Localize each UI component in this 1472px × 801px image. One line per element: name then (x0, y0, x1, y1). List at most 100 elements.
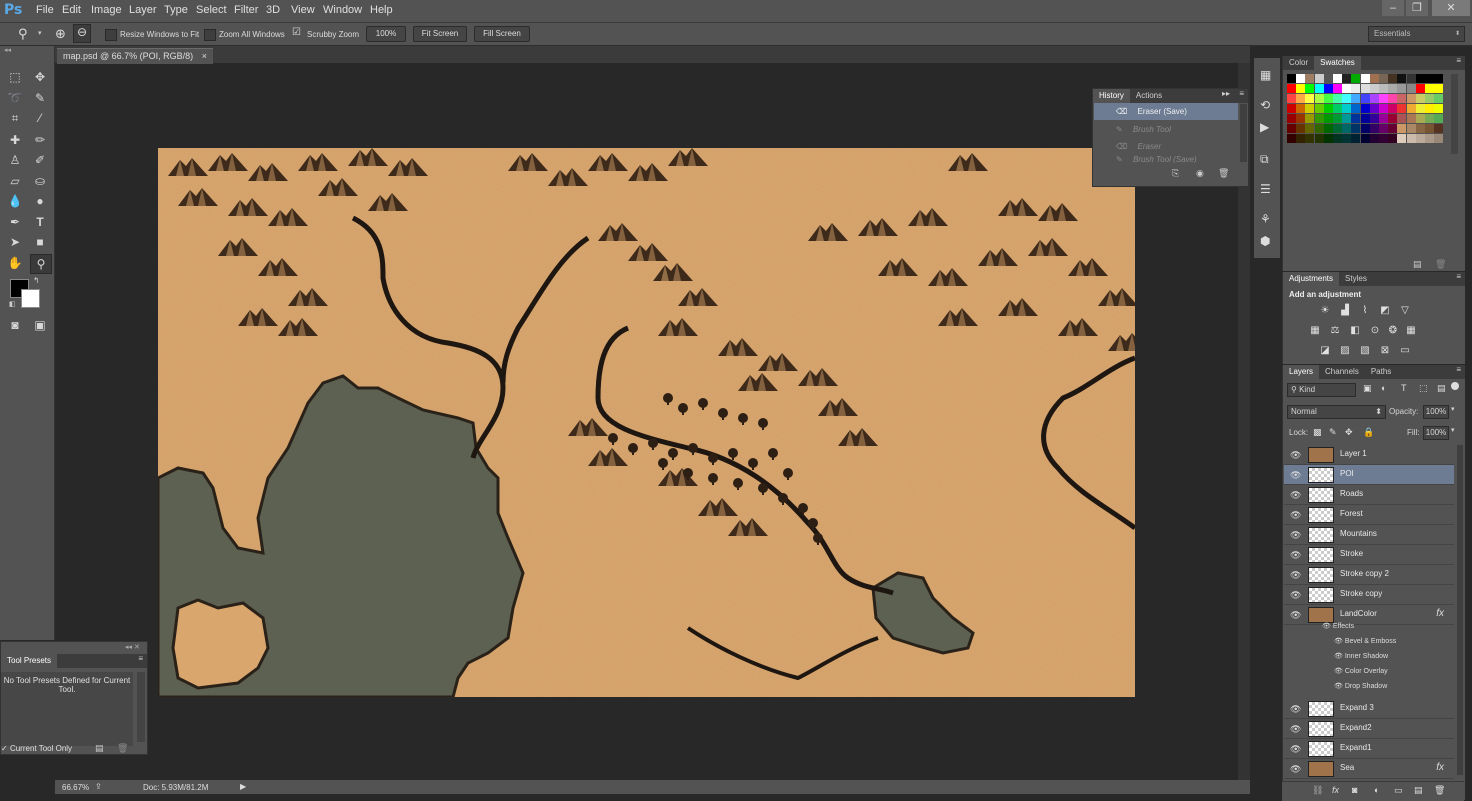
menu-layer[interactable]: Layer (129, 4, 157, 16)
visibility-eye-icon[interactable]: 👁 (1290, 744, 1301, 755)
color-swatch[interactable] (1360, 84, 1370, 93)
current-tool-only-checkbox[interactable]: ✓ Current Tool Only (1, 744, 72, 753)
add-layer-style-icon[interactable]: fx (1332, 785, 1339, 795)
clone-source-panel-icon[interactable]: ⧉ (1260, 152, 1269, 167)
delete-layer-icon[interactable]: 🗑 (1434, 785, 1445, 796)
fit-screen-button[interactable]: Fit Screen (413, 26, 467, 42)
color-swatch[interactable] (1425, 124, 1434, 133)
history-item[interactable]: ⌫ Eraser (Save) (1094, 103, 1238, 120)
curves-icon[interactable]: ⌇ (1359, 305, 1371, 316)
screen-mode-icon[interactable]: ▣ (30, 316, 50, 334)
hue-saturation-icon[interactable]: ▦ (1309, 325, 1321, 336)
snapshot-camera-icon[interactable]: ◉ (1196, 168, 1204, 179)
color-swatch[interactable] (1415, 94, 1425, 103)
history-item[interactable]: ✎ Brush Tool (1094, 121, 1238, 138)
color-swatch[interactable] (1388, 114, 1398, 123)
scrubby-zoom-checkbox[interactable]: ☑ (292, 27, 301, 38)
menu-filter[interactable]: Filter (234, 4, 258, 16)
styles-tab[interactable]: Styles (1339, 272, 1373, 286)
new-group-icon[interactable]: ▭ (1394, 785, 1403, 796)
delete-preset-icon[interactable]: 🗑 (117, 743, 128, 754)
invert-icon[interactable]: ◪ (1319, 345, 1331, 356)
color-swatch[interactable] (1434, 114, 1444, 123)
color-swatch[interactable] (1323, 124, 1333, 133)
color-swatch[interactable] (1415, 134, 1425, 143)
default-colors-icon[interactable]: ◧ (9, 300, 16, 308)
color-swatch[interactable] (1406, 84, 1416, 93)
color-swatch[interactable] (1333, 134, 1342, 143)
color-swatch[interactable] (1323, 134, 1333, 143)
color-swatch[interactable] (1425, 84, 1434, 93)
filter-smart-object-icon[interactable]: ▤ (1437, 383, 1446, 394)
visibility-eye-icon[interactable]: 👁 (1290, 510, 1301, 521)
color-swatch[interactable] (1333, 74, 1342, 83)
color-swatch[interactable] (1388, 124, 1398, 133)
color-swatch[interactable] (1351, 124, 1361, 133)
actions-tab[interactable]: Actions (1130, 89, 1168, 103)
color-swatch[interactable] (1323, 104, 1333, 113)
color-swatch[interactable] (1351, 84, 1361, 93)
color-swatch[interactable] (1388, 134, 1398, 143)
add-mask-icon[interactable]: ◙ (1352, 785, 1357, 795)
delete-swatch-icon[interactable]: 🗑 (1435, 259, 1446, 270)
color-swatch[interactable] (1425, 94, 1434, 103)
color-swatch[interactable] (1314, 114, 1324, 123)
blend-mode-dropdown[interactable]: Normal ⬍ (1287, 405, 1386, 419)
layer-name[interactable]: Expand 3 (1340, 703, 1374, 712)
crop-tool-icon[interactable]: ⌗ (5, 109, 25, 127)
visibility-eye-icon[interactable]: 👁 (1290, 764, 1301, 775)
effect-item[interactable]: 👁 Bevel & Emboss (1334, 637, 1396, 645)
layer-name[interactable]: Stroke copy 2 (1340, 569, 1389, 578)
layers-scrollbar[interactable] (1457, 445, 1463, 775)
color-swatch[interactable] (1323, 84, 1333, 93)
layer-effects-icon[interactable]: fx (1436, 608, 1444, 619)
swap-colors-icon[interactable]: ↰ (33, 276, 40, 285)
color-swatch[interactable] (1406, 134, 1416, 143)
color-swatch[interactable] (1333, 124, 1342, 133)
layer-name[interactable]: Mountains (1340, 529, 1377, 538)
color-swatch[interactable] (1425, 114, 1434, 123)
layer-name[interactable]: Stroke copy (1340, 589, 1382, 598)
collapse-panel-icon[interactable]: ◂◂ ✕ (125, 643, 140, 651)
menu-3d[interactable]: 3D (266, 4, 280, 16)
vibrance-icon[interactable]: ▽ (1399, 305, 1411, 316)
effect-item[interactable]: 👁 Inner Shadow (1334, 652, 1388, 660)
color-swatch[interactable] (1342, 104, 1352, 113)
color-swatch[interactable] (1397, 104, 1407, 113)
tool-presets-panel-icon[interactable]: ▦ (1260, 68, 1271, 82)
layer-row[interactable]: 👁 Stroke copy (1284, 585, 1454, 605)
menu-file[interactable]: File (36, 4, 54, 16)
delete-state-icon[interactable]: 🗑 (1218, 168, 1229, 179)
color-swatch[interactable] (1351, 114, 1361, 123)
color-swatch[interactable] (1369, 94, 1379, 103)
gradient-map-icon[interactable]: ▭ (1399, 345, 1411, 356)
color-swatch[interactable] (1296, 114, 1306, 123)
color-swatch[interactable] (1369, 114, 1379, 123)
workspace-switcher[interactable]: Essentials ⬍ (1368, 26, 1465, 42)
color-swatch[interactable] (1397, 94, 1407, 103)
color-swatch[interactable] (1342, 134, 1352, 143)
color-swatch[interactable] (1296, 84, 1306, 93)
status-menu-arrow-icon[interactable]: ▶ (240, 782, 246, 791)
swatches-scrollbar[interactable] (1451, 74, 1458, 154)
layer-name[interactable]: Sea (1340, 763, 1354, 772)
color-swatch[interactable] (1434, 104, 1444, 113)
color-swatch[interactable] (1305, 124, 1315, 133)
color-swatch[interactable] (1434, 134, 1444, 143)
color-swatch[interactable] (1305, 134, 1315, 143)
color-swatch[interactable] (1397, 74, 1407, 83)
collapse-icon[interactable]: ▸▸ (1222, 89, 1230, 98)
color-swatch[interactable] (1369, 124, 1379, 133)
lock-all-icon[interactable]: 🔒 (1363, 427, 1374, 438)
history-tab[interactable]: History (1093, 89, 1130, 103)
color-swatch[interactable] (1369, 134, 1379, 143)
3d-panel-icon[interactable]: ⬢ (1260, 234, 1270, 248)
color-swatch[interactable] (1314, 74, 1324, 83)
color-swatch[interactable] (1351, 134, 1361, 143)
color-swatch[interactable] (1342, 84, 1352, 93)
healing-brush-tool-icon[interactable]: ✚ (5, 131, 25, 149)
layer-row[interactable]: 👁 Forest (1284, 505, 1454, 525)
eye-icon[interactable]: 👁 (1334, 653, 1343, 660)
zoom-in-icon[interactable]: ⊕ (55, 26, 66, 42)
properties-panel-icon[interactable]: ☰ (1260, 182, 1271, 196)
